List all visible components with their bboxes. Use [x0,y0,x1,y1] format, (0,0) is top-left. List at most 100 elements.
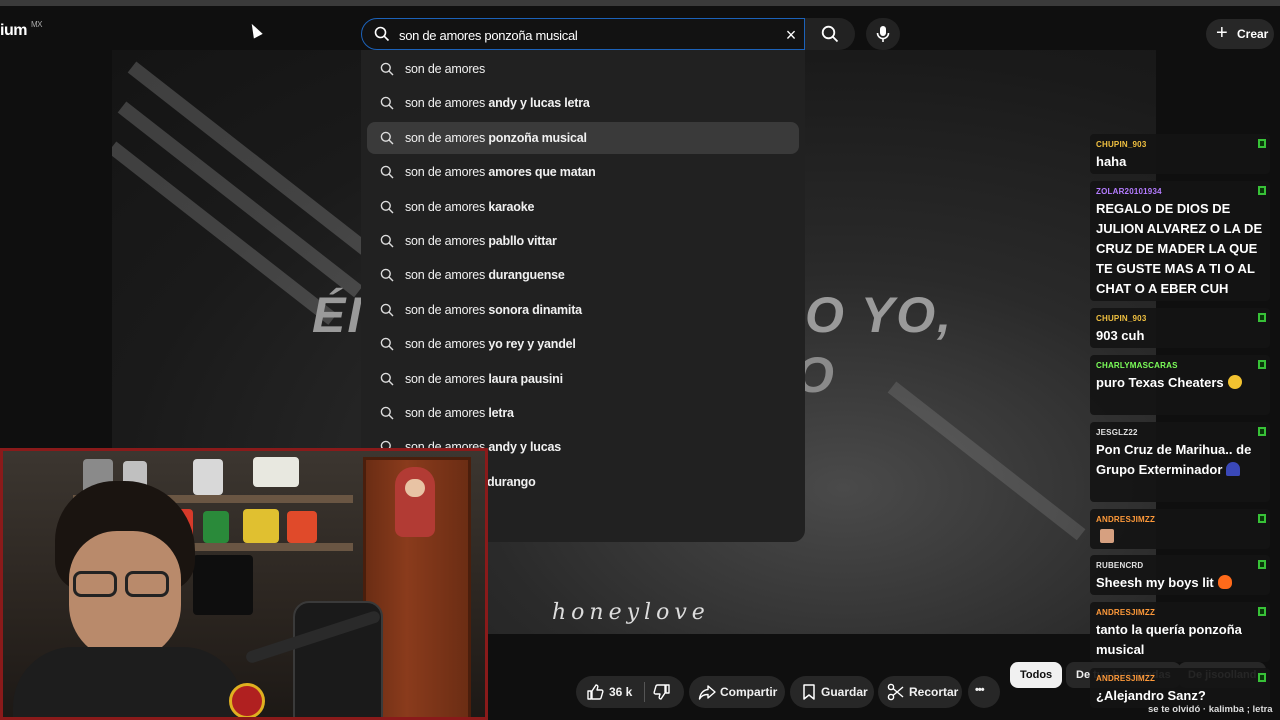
monitor [193,555,253,615]
like-button[interactable]: 36 k [576,676,644,708]
like-dislike-group: 36 k [576,676,684,708]
lyric-text-left: ÉI [312,287,364,343]
chat-text-body: puro Texas Cheaters [1096,375,1224,390]
more-icon: ••• [975,684,985,696]
kick-badge-icon [1258,607,1266,616]
search-suggestion[interactable]: son de amores yo rey y yandel [367,328,799,360]
framed-picture [253,457,299,487]
chat-message: ZOLAR20101934 REGALO DE DIOS DE JULION AL… [1090,181,1270,301]
chat-username: ANDRESJIMZZ [1096,608,1156,617]
search-suggestion[interactable]: son de amores ponzoña musical [367,121,799,154]
suggestion-text: son de amores [405,62,485,76]
chat-text: tanto la quería ponzoña musical [1096,620,1264,660]
chat-username: CHUPIN_903 [1096,314,1147,323]
chat-username: ZOLAR20101934 [1096,187,1162,196]
suggestion-text: son de amores andy y lucas letra [405,96,590,110]
suggestion-prefix: son de amores [405,302,486,317]
chat-text-body: haha [1096,154,1127,169]
ghost-emoji-icon [1226,462,1241,476]
now-playing-ticker: se te olvidó · kalimba ; letra [1148,704,1273,715]
chat-text: REGALO DE DIOS DE JULION ALVAREZ O LA DE… [1096,199,1264,299]
region-code: MX [30,20,43,29]
suggestion-text: son de amores duranguense [405,268,565,282]
chat-text: 903 cuh [1096,326,1264,346]
kick-badge-icon [1258,427,1266,436]
collectible-figure [203,511,229,543]
chat-username: CHARLYMASCARAS [1096,361,1178,370]
suggestion-text: son de amores sonora dinamita [405,303,582,317]
search-icon [380,96,394,115]
search-suggestion[interactable]: son de amores [367,53,799,85]
chat-text-body: ¿Alejandro Sanz? [1096,688,1206,703]
suggestion-completion: sonora dinamita [485,302,582,317]
suggestion-text: son de amores laura pausini [405,372,563,386]
create-label: Crear [1237,27,1269,41]
search-suggestion[interactable]: son de amores duranguense [367,259,799,291]
chat-message: ANDRESJIMZZ [1090,509,1270,549]
suggestion-prefix: son de amores [405,165,486,180]
search-icon [821,25,839,43]
suggestion-completion: karaoke [485,199,535,214]
search-suggestion[interactable]: son de amores sonora dinamita [367,294,799,326]
search-button[interactable] [805,18,855,50]
save-button[interactable]: Guardar [790,676,874,708]
light-beam [887,381,1086,541]
glasses [125,571,169,597]
suggestion-prefix: son de amores [405,406,486,420]
search-input[interactable] [399,25,779,45]
suggestion-text: son de amores amores que matan [405,165,596,179]
search-icon [380,372,394,391]
suggestion-completion: pabllo vittar [485,234,557,248]
share-label: Compartir [720,685,778,699]
chat-text-body: tanto la quería ponzoña musical [1096,622,1242,657]
suggestion-completion: andy y lucas [485,440,562,455]
dislike-button[interactable] [645,676,684,708]
search-icon [374,26,390,42]
search-box[interactable]: × [361,18,805,50]
suggestion-text: son de amores yo rey y yandel [405,337,576,351]
suggestion-text: son de amores pabllo vittar [405,234,557,248]
search-suggestion[interactable]: son de amores andy y lucas letra [367,87,799,119]
search-icon [380,234,394,253]
search-icon [380,200,394,219]
logo[interactable]: ium MX [0,20,42,40]
clear-search-button[interactable]: × [782,26,800,44]
suggestion-text: son de amores ponzoña musical [405,131,587,145]
chat-text [1096,527,1264,547]
suggestion-completion: letra [485,406,514,420]
chat-text: haha [1096,152,1264,172]
fire-emoji-icon [1217,575,1232,589]
chat-text: Pon Cruz de Marihua.. de Grupo Extermina… [1096,440,1264,480]
chat-text-body: Sheesh my boys lit [1096,575,1214,590]
chat-text: Sheesh my boys lit [1096,573,1264,593]
lyric-text-right: O YO, [805,287,954,343]
voice-search-button[interactable] [866,18,900,50]
suggestion-completion: yo rey y yandel [485,337,576,352]
search-suggestion[interactable]: son de amores amores que matan [367,156,799,188]
search-suggestion[interactable]: son de amores karaoke [367,191,799,223]
share-icon [698,685,716,700]
suggestion-prefix: son de amores [405,199,486,214]
search-suggestion[interactable]: son de amores letra [367,397,799,429]
search-suggestion[interactable]: son de amores laura pausini [367,363,799,395]
masthead: iumMX × + Crear [0,6,1280,50]
chip-all[interactable]: Todos [1010,662,1063,688]
chat-username: JESGLZ22 [1096,428,1138,437]
scissors-icon [887,683,904,701]
collectible-figure [193,459,223,495]
webcam-overlay [0,448,488,720]
search-icon [380,165,394,184]
light-beam [112,141,337,325]
chat-message: CHUPIN_903 903 cuh [1090,308,1270,348]
more-actions-button[interactable]: ••• [968,676,1000,708]
chat-username: RUBENCRD [1096,561,1144,570]
clip-button[interactable]: Recortar [878,676,962,708]
suggestion-prefix: son de amores [405,96,486,111]
suggestion-prefix: son de amores [405,130,486,145]
chat-username: ANDRESJIMZZ [1096,674,1156,683]
clip-label: Recortar [909,685,959,699]
search-suggestion[interactable]: son de amores pabllo vittar [367,225,799,257]
create-button[interactable]: + Crear [1206,19,1274,49]
chat-username: ANDRESJIMZZ [1096,515,1156,524]
share-button[interactable]: Compartir [689,676,785,708]
